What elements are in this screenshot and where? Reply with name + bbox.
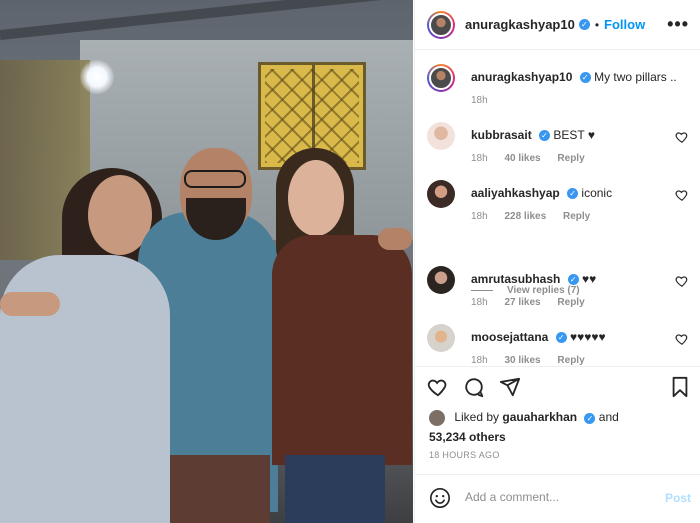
liker-username[interactable]: gauaharkhan xyxy=(502,410,577,424)
person-right-jacket xyxy=(272,235,412,465)
comment-body: BEST ♥ xyxy=(553,128,595,142)
comment-likes[interactable]: 228 likes xyxy=(504,211,546,222)
comment-meta: 18h 27 likes Reply xyxy=(471,297,599,308)
verified-badge-icon: ✓ xyxy=(567,274,579,286)
caption-avatar[interactable] xyxy=(427,64,455,92)
likes-summary: Liked by gauaharkhan ✓ and 53,234 others xyxy=(429,410,619,444)
comment-username[interactable]: aaliyahkashyap xyxy=(471,186,560,200)
heart-icon[interactable] xyxy=(427,376,449,398)
comment-like-heart-icon[interactable] xyxy=(675,332,689,346)
post-timestamp[interactable]: 18 HOURS AGO xyxy=(429,450,500,460)
bookmark-icon[interactable] xyxy=(669,376,691,398)
comment-time[interactable]: 18h xyxy=(471,211,488,222)
reply-button[interactable]: Reply xyxy=(557,153,584,164)
add-comment-bar: Post xyxy=(415,474,700,523)
comment-likes[interactable]: 27 likes xyxy=(504,297,540,308)
comment-text: moosejattana ✓ ♥♥♥♥♥ xyxy=(471,330,671,344)
comment-text: amrutasubhash ✓ ♥♥ xyxy=(471,272,671,286)
comment-icon[interactable] xyxy=(463,376,485,398)
comment-time[interactable]: 18h xyxy=(471,355,488,366)
post-side-panel: anuragkashyap10 ✓ • Follow ••• anuragkas… xyxy=(414,0,700,523)
verified-badge-icon: ✓ xyxy=(578,19,590,30)
post-photo[interactable] xyxy=(0,0,413,523)
person-center-glasses xyxy=(184,170,246,188)
post-comment-button[interactable]: Post xyxy=(665,491,691,505)
author-username[interactable]: anuragkashyap10 xyxy=(465,17,575,32)
person-center-hand xyxy=(378,228,412,250)
comment-likes[interactable]: 40 likes xyxy=(504,153,540,164)
comment-like-heart-icon[interactable] xyxy=(675,188,689,202)
person-center-pants xyxy=(160,455,270,523)
comment-meta: 18h 40 likes Reply xyxy=(471,153,599,164)
post-action-bar xyxy=(415,366,700,408)
verified-badge-icon: ✓ xyxy=(567,188,579,200)
verified-badge-icon: ✓ xyxy=(539,130,551,142)
comment-body: ♥♥♥♥♥ xyxy=(570,330,606,344)
reply-button[interactable]: Reply xyxy=(557,297,584,308)
photo-lamp xyxy=(80,60,114,94)
caption-meta: 18h xyxy=(471,95,502,106)
comment-time[interactable]: 18h xyxy=(471,153,488,164)
comment-username[interactable]: amrutasubhash xyxy=(471,272,560,286)
comment-username[interactable]: kubbrasait xyxy=(471,128,532,142)
comment-like-heart-icon[interactable] xyxy=(675,130,689,144)
comments-list[interactable]: anuragkashyap10 ✓ My two pillars .. 18h … xyxy=(415,50,700,366)
photo-beam xyxy=(0,0,412,40)
caption-text: anuragkashyap10 ✓ My two pillars .. xyxy=(471,70,677,84)
caption-username[interactable]: anuragkashyap10 xyxy=(471,70,572,84)
verified-badge-icon: ✓ xyxy=(584,412,596,424)
caption-time[interactable]: 18h xyxy=(471,95,488,106)
comment-meta: 18h 30 likes Reply xyxy=(471,355,599,366)
comment-text: aaliyahkashyap ✓ iconic xyxy=(471,186,671,200)
emoji-icon[interactable] xyxy=(429,487,451,509)
comment-like-heart-icon[interactable] xyxy=(675,274,689,288)
comment-body: iconic xyxy=(581,186,613,200)
comment-meta: 18h 228 likes Reply xyxy=(471,211,604,222)
comment-time[interactable]: 18h xyxy=(471,297,488,308)
verified-badge-icon: ✓ xyxy=(579,72,591,84)
person-right-jeans xyxy=(285,455,385,523)
share-icon[interactable] xyxy=(499,376,521,398)
person-right-face xyxy=(288,160,344,236)
more-options-icon[interactable]: ••• xyxy=(667,14,689,35)
instagram-post-view: anuragkashyap10 ✓ • Follow ••• anuragkas… xyxy=(0,0,700,523)
comment-likes[interactable]: 30 likes xyxy=(504,355,540,366)
commenter-avatar[interactable] xyxy=(427,324,455,352)
person-center-arm xyxy=(0,292,60,316)
comment-text: kubbrasait ✓ BEST ♥ xyxy=(471,128,671,142)
commenter-avatar[interactable] xyxy=(427,122,455,150)
reply-button[interactable]: Reply xyxy=(557,355,584,366)
post-header: anuragkashyap10 ✓ • Follow ••• xyxy=(415,0,700,50)
commenter-avatar[interactable] xyxy=(427,180,455,208)
header-separator: • xyxy=(594,17,600,32)
likes-count[interactable]: 53,234 others xyxy=(429,430,619,444)
follow-button[interactable]: Follow xyxy=(604,17,645,32)
caption-body: My two pillars .. xyxy=(594,70,677,84)
comment-input[interactable] xyxy=(463,489,657,505)
verified-badge-icon: ✓ xyxy=(555,332,567,344)
reply-button[interactable]: Reply xyxy=(563,211,590,222)
liked-by-prefix: Liked by xyxy=(454,410,500,425)
liker-avatar[interactable] xyxy=(429,410,445,426)
comment-username[interactable]: moosejattana xyxy=(471,330,548,344)
author-avatar[interactable] xyxy=(427,10,455,39)
view-replies-link[interactable]: View replies (7) xyxy=(471,285,580,296)
liked-by-suffix: and xyxy=(598,410,619,425)
commenter-avatar[interactable] xyxy=(427,266,455,294)
comment-body: ♥♥ xyxy=(582,272,597,286)
